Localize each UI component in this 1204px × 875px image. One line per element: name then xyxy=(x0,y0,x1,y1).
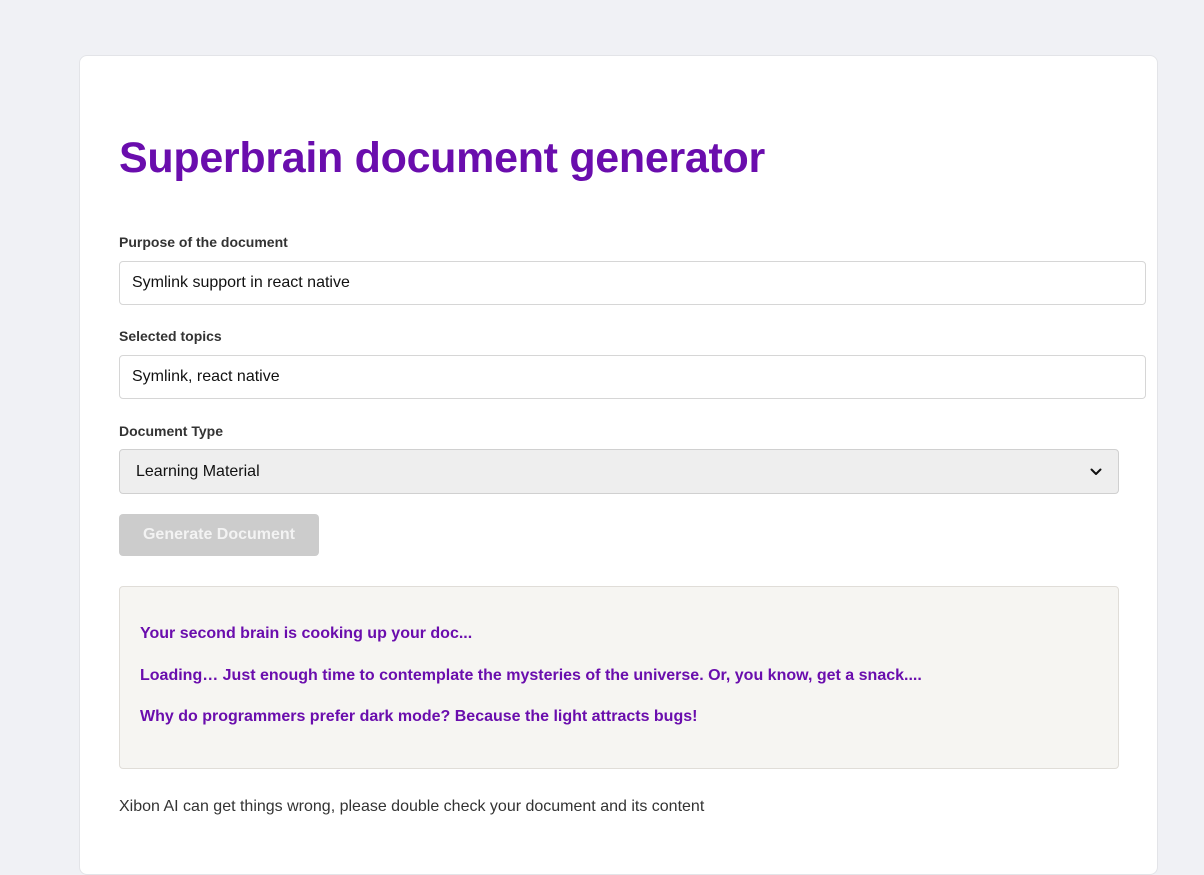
generate-document-button[interactable]: Generate Document xyxy=(119,514,319,556)
status-message-cooking: Your second brain is cooking up your doc… xyxy=(140,625,473,642)
purpose-input[interactable] xyxy=(119,261,1146,305)
purpose-label: Purpose of the document xyxy=(119,234,288,250)
status-message-loading: Loading… Just enough time to contemplate… xyxy=(140,667,922,684)
chevron-down-icon xyxy=(1090,466,1102,478)
document-type-selected-value: Learning Material xyxy=(136,462,260,480)
status-message-joke: Why do programmers prefer dark mode? Bec… xyxy=(140,708,698,725)
generator-card: Superbrain document generator Purpose of… xyxy=(79,55,1158,875)
topics-label: Selected topics xyxy=(119,328,222,344)
status-panel: Your second brain is cooking up your doc… xyxy=(119,586,1119,769)
page-title: Superbrain document generator xyxy=(119,134,765,182)
topics-input[interactable] xyxy=(119,355,1146,399)
disclaimer-text: Xibon AI can get things wrong, please do… xyxy=(119,798,705,815)
document-type-select[interactable]: Learning Material xyxy=(119,449,1119,494)
document-type-label: Document Type xyxy=(119,423,223,439)
